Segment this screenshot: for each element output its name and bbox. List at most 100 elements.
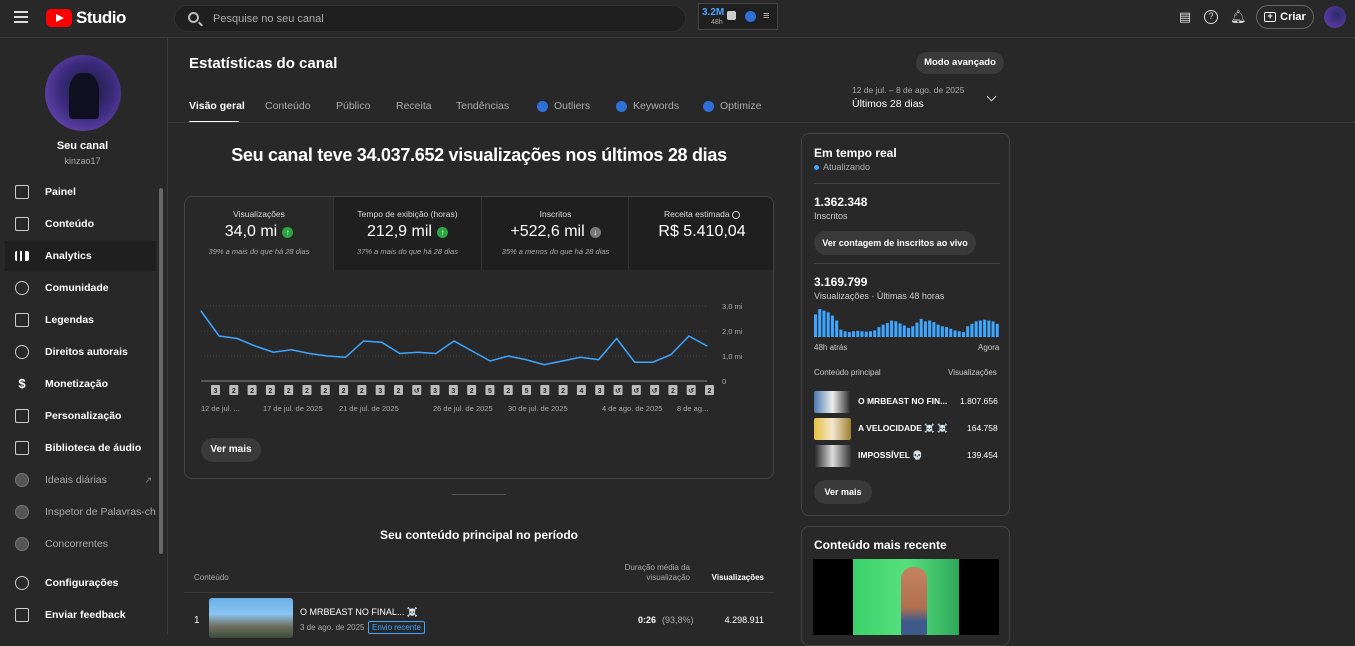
extension-icon bbox=[616, 100, 627, 112]
realtime-bar bbox=[966, 326, 970, 337]
sidebar-item-painel[interactable]: Painel bbox=[5, 177, 156, 207]
sidebar-scrollbar[interactable] bbox=[159, 188, 163, 554]
realtime-subs-label: Inscritos bbox=[814, 211, 848, 221]
sidebar-item-inspetor[interactable]: Inspetor de Palavras-chav bbox=[5, 497, 156, 527]
see-more-button[interactable]: Ver mais bbox=[201, 438, 261, 462]
recent-video-thumbnail[interactable] bbox=[813, 559, 999, 635]
ext-logo-icon bbox=[745, 11, 756, 22]
y-tick-label: 2,0 mi bbox=[722, 327, 743, 336]
x-tick-label: 21 de jul. de 2025 bbox=[339, 404, 399, 413]
sidebar-item-feedback[interactable]: Enviar feedback bbox=[5, 600, 156, 630]
upload-marker-label: 2 bbox=[287, 388, 291, 395]
data-point bbox=[326, 355, 329, 357]
data-point bbox=[344, 356, 347, 358]
tab-outliers[interactable]: Outliers bbox=[537, 100, 590, 112]
sidebar-item-ideias[interactable]: Ideais diárias ↗ bbox=[5, 465, 156, 495]
sidebar-item-analytics[interactable]: Analytics bbox=[5, 241, 156, 271]
ext-menu-icon[interactable]: ≡ bbox=[763, 10, 769, 22]
metric-subscribers[interactable]: Inscritos +522,6 mil ↓ 35% a menos do que… bbox=[481, 197, 629, 270]
data-point bbox=[399, 352, 401, 355]
realtime-bar bbox=[839, 329, 843, 337]
data-point bbox=[200, 310, 202, 312]
menu-icon[interactable] bbox=[14, 11, 28, 23]
sidebar-item-conteudo[interactable]: Conteúdo bbox=[5, 209, 156, 239]
x-tick-label: 12 de jul. ... bbox=[201, 404, 240, 413]
tab-keywords[interactable]: Keywords bbox=[616, 100, 679, 112]
ext-chart-icon bbox=[727, 11, 736, 20]
col-header-avg-duration[interactable]: Duração média da visualização bbox=[600, 563, 690, 583]
views-line-chart: 3,0 mi 2,0 mi 1,0 mi 0 3 2 2 2 2 2 2 2 2 3 2 ↺ 3 3 2 5 2 5 3 2 4… bbox=[200, 302, 743, 413]
captions-icon[interactable]: ▤ bbox=[1178, 10, 1192, 24]
col-header-views[interactable]: Visualizações bbox=[700, 573, 764, 582]
video-thumbnail[interactable] bbox=[209, 598, 293, 638]
metric-watch-time[interactable]: Tempo de exibição (horas) 212,9 mil ↑ 37%… bbox=[333, 197, 481, 270]
realtime-bar bbox=[983, 319, 987, 337]
sidebar-item-configuracoes[interactable]: Configurações bbox=[5, 568, 156, 598]
sidebar-item-direitos[interactable]: Direitos autorais bbox=[5, 337, 156, 367]
tab-tendencias[interactable]: Tendências bbox=[456, 100, 509, 112]
avg-duration-pct: (93,8%) bbox=[662, 615, 694, 625]
upload-marker-label: 2 bbox=[561, 388, 565, 395]
tab-conteudo[interactable]: Conteúdo bbox=[265, 100, 311, 112]
sidebar-item-personalizacao[interactable]: Personalização bbox=[5, 401, 156, 431]
extension-icon bbox=[703, 100, 714, 112]
live-subs-button[interactable]: Ver contagem de inscritos ao vivo bbox=[814, 231, 976, 255]
search-input[interactable]: Pesquise no seu canal bbox=[174, 5, 686, 32]
divider bbox=[452, 494, 506, 495]
sidebar-item-audio[interactable]: Biblioteca de áudio bbox=[5, 433, 156, 463]
upload-marker-label: 2 bbox=[268, 388, 272, 395]
date-period[interactable]: Últimos 28 dias bbox=[852, 98, 924, 110]
tabs-divider bbox=[168, 122, 1355, 123]
tab-optimize[interactable]: Optimize bbox=[703, 100, 761, 112]
realtime-bar bbox=[818, 309, 822, 337]
x-tick-label: 8 de ag... bbox=[677, 404, 708, 413]
tab-visao-geral[interactable]: Visão geral bbox=[189, 100, 245, 112]
data-point bbox=[706, 345, 708, 347]
video-title[interactable]: O MRBEAST NO FINAL... ☠️ bbox=[300, 607, 418, 618]
create-button[interactable]: + Criar bbox=[1256, 5, 1314, 29]
channel-avatar[interactable] bbox=[45, 55, 121, 131]
metric-views[interactable]: Visualizações 34,0 mi ↑ 39% a mais do que… bbox=[185, 197, 333, 270]
realtime-title: Em tempo real bbox=[814, 146, 897, 160]
tab-receita[interactable]: Receita bbox=[396, 100, 432, 112]
status-badge: Envio recente bbox=[368, 621, 425, 634]
subtitles-icon bbox=[15, 313, 29, 327]
data-point bbox=[634, 361, 636, 363]
video-date: 3 de ago. de 2025 bbox=[300, 623, 365, 632]
sidebar-item-concorrentes[interactable]: Concorrentes bbox=[5, 529, 156, 559]
data-point bbox=[218, 335, 220, 337]
advanced-mode-button[interactable]: Modo avançado bbox=[916, 52, 1004, 74]
chevron-down-icon[interactable] bbox=[986, 91, 997, 102]
sidebar-item-monetizacao[interactable]: $ Monetização bbox=[5, 369, 156, 399]
divider bbox=[814, 183, 1000, 184]
realtime-bar bbox=[961, 332, 965, 337]
create-icon: + bbox=[1264, 12, 1277, 22]
sidebar-item-legendas[interactable]: Legendas bbox=[5, 305, 156, 335]
data-point bbox=[525, 359, 527, 361]
arrow-up-icon: ↑ bbox=[436, 226, 448, 238]
content-icon bbox=[15, 217, 29, 231]
realtime-bar bbox=[894, 321, 898, 337]
upload-marker-label: ↺ bbox=[414, 388, 420, 395]
help-icon[interactable]: ? bbox=[1204, 10, 1218, 24]
realtime-bar bbox=[995, 323, 999, 337]
upload-marker-label: 4 bbox=[579, 388, 583, 395]
data-point bbox=[417, 351, 419, 353]
sidebar-item-comunidade[interactable]: Comunidade bbox=[5, 273, 156, 303]
metric-revenue[interactable]: Receita estimada R$ 5.410,04 bbox=[628, 197, 773, 270]
realtime-bar bbox=[890, 320, 894, 337]
realtime-card: Em tempo real Atualizando 1.362.348 Insc… bbox=[801, 133, 1010, 516]
realtime-bar bbox=[987, 320, 991, 337]
tab-publico[interactable]: Público bbox=[336, 100, 370, 112]
realtime-bar bbox=[932, 322, 936, 337]
extension-widget[interactable]: 3.2M 48h ≡ bbox=[698, 3, 778, 30]
video-thumbnail bbox=[814, 418, 851, 440]
account-avatar[interactable] bbox=[1324, 6, 1346, 28]
realtime-subs-value: 1.362.348 bbox=[814, 195, 868, 209]
realtime-see-more-button[interactable]: Ver mais bbox=[814, 480, 872, 504]
date-range[interactable]: 12 de jul. – 8 de ago. de 2025 bbox=[852, 85, 964, 95]
notifications-icon[interactable]: 🔔︎ bbox=[1230, 10, 1247, 24]
studio-logo[interactable]: Studio bbox=[46, 8, 126, 28]
top-bar: Studio Pesquise no seu canal 3.2M 48h ≡ … bbox=[0, 0, 1355, 38]
copyright-icon bbox=[15, 345, 29, 359]
